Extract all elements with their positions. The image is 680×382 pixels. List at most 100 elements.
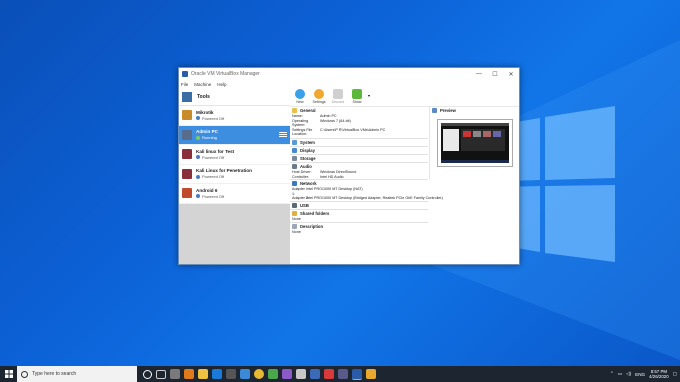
vm-status: Running [202, 135, 217, 141]
show-hidden-icons[interactable]: ⌃ [610, 371, 614, 377]
vm-menu-icon[interactable] [279, 131, 287, 139]
audio-icon [292, 163, 297, 169]
detail-key: Adapter 1: [292, 187, 305, 196]
start-button[interactable] [0, 366, 17, 382]
discard-arrow-icon [333, 89, 343, 99]
powered-off-icon [196, 194, 200, 199]
section-shared-folders[interactable]: Shared folders [290, 210, 428, 217]
gear-icon [314, 89, 324, 99]
taskbar-search[interactable]: Type here to search [17, 366, 137, 382]
section-usb[interactable]: USB [290, 202, 428, 210]
app-icon[interactable] [310, 368, 320, 379]
detail-value: None [292, 229, 301, 234]
vm-item-android[interactable]: Android 6 Powered Off [179, 184, 290, 204]
task-view-icon[interactable] [156, 369, 166, 379]
menu-help[interactable]: Help [217, 82, 226, 87]
section-system[interactable]: System [290, 139, 428, 147]
powered-off-icon [196, 174, 200, 179]
vm-icon [182, 188, 192, 199]
settings-button[interactable]: Settings [311, 88, 327, 104]
vm-item-admin-pc[interactable]: Admin PC Running [179, 125, 290, 145]
cortana-icon[interactable] [143, 369, 152, 379]
window-title: Oracle VM VirtualBox Manager [191, 71, 260, 77]
vm-name: Kali Linux for Penetration [196, 168, 252, 174]
section-preview[interactable]: Preview [430, 107, 519, 114]
preview-panel: Preview [429, 107, 519, 179]
powered-off-icon [196, 116, 200, 121]
taskbar: Type here to search ⌃ ▭ ◁) ENG 8:57 PM 4… [0, 366, 680, 382]
section-description[interactable]: Description [290, 223, 428, 230]
vm-details: General Name: Admin PC Operating System: W… [290, 107, 443, 264]
show-dropdown-icon[interactable]: ▾ [368, 93, 370, 98]
windows-icon [4, 370, 13, 378]
vm-icon [182, 149, 192, 160]
menu-file[interactable]: File [181, 82, 188, 87]
app-icon[interactable] [296, 368, 306, 379]
store-icon[interactable] [226, 368, 236, 379]
app-icon[interactable] [268, 368, 278, 379]
vm-status: Powered Off [202, 154, 225, 160]
volume-icon[interactable]: ◁) [626, 371, 631, 377]
toolbar: New Settings Discard Show ▾ [290, 88, 519, 107]
minimize-button[interactable]: — [471, 71, 487, 77]
preview-screen [441, 123, 509, 163]
virtualbox-window: Oracle VM VirtualBox Manager — ☐ ✕ File … [178, 67, 520, 265]
show-label: Show [352, 100, 362, 104]
section-storage[interactable]: Storage [290, 155, 428, 163]
clock[interactable]: 8:57 PM 4/26/2020 [649, 369, 669, 379]
vm-icon [182, 110, 192, 121]
vm-sidebar: Tools Mikrotik Powered Off Admin PC Runn… [179, 88, 290, 264]
display-icon [292, 147, 297, 153]
notifications-icon[interactable]: ▢ [673, 371, 677, 377]
section-audio[interactable]: Audio [290, 163, 428, 170]
vm-item-kali-penetration[interactable]: Kali Linux for Penetration Powered Off [179, 165, 290, 184]
section-title: USB [300, 202, 309, 208]
app-icon[interactable] [338, 368, 348, 379]
tools-item[interactable]: Tools [179, 88, 290, 106]
edge-icon[interactable] [212, 368, 222, 379]
close-button[interactable]: ✕ [503, 71, 519, 78]
details-pane: New Settings Discard Show ▾ General Name… [290, 88, 519, 264]
vm-status: Powered Off [202, 174, 225, 180]
new-button[interactable]: New [292, 88, 308, 104]
title-bar: Oracle VM VirtualBox Manager — ☐ ✕ [179, 68, 519, 80]
vm-item-kali-test[interactable]: Kali linux for Test Powered Off [179, 145, 290, 165]
settings-label: Settings [312, 100, 326, 104]
new-icon [295, 89, 305, 99]
detail-value: None [292, 216, 301, 221]
system-icon [292, 139, 297, 145]
app-icon[interactable] [324, 368, 334, 379]
search-app-icon[interactable] [184, 368, 194, 379]
chrome-icon[interactable] [254, 368, 264, 379]
clock-date: 4/26/2020 [649, 374, 669, 379]
app-icon[interactable] [240, 368, 250, 379]
section-title: Display [300, 147, 315, 153]
vm-item-mikrotik[interactable]: Mikrotik Powered Off [179, 106, 290, 126]
virtualbox-icon[interactable] [352, 368, 362, 380]
section-title: Preview [440, 108, 456, 113]
maximize-button[interactable]: ☐ [487, 71, 503, 78]
vm-icon [182, 129, 192, 140]
app-icon[interactable] [282, 368, 292, 379]
network-icon[interactable]: ▭ [618, 371, 622, 377]
section-general[interactable]: General [290, 107, 428, 114]
discard-button[interactable]: Discard [330, 88, 346, 104]
language-indicator[interactable]: ENG [635, 372, 645, 377]
section-title: System [300, 139, 315, 145]
section-title: Description [300, 223, 324, 229]
app-icon[interactable] [170, 368, 180, 379]
section-display[interactable]: Display [290, 147, 428, 155]
menu-machine[interactable]: Machine [194, 82, 211, 87]
vm-name: Mikrotik [196, 109, 214, 115]
section-title: Shared folders [300, 210, 330, 216]
running-icon [196, 135, 200, 140]
virtualbox-icon [182, 71, 188, 77]
detail-value: Intel HD Audio [320, 174, 344, 179]
search-placeholder: Type here to search [32, 371, 77, 377]
app-icon[interactable] [366, 368, 376, 379]
section-network[interactable]: Network [290, 180, 428, 187]
folder-icon[interactable] [198, 368, 208, 379]
discard-label: Discard [331, 100, 345, 104]
show-button[interactable]: Show [349, 88, 365, 104]
search-icon [21, 370, 28, 378]
